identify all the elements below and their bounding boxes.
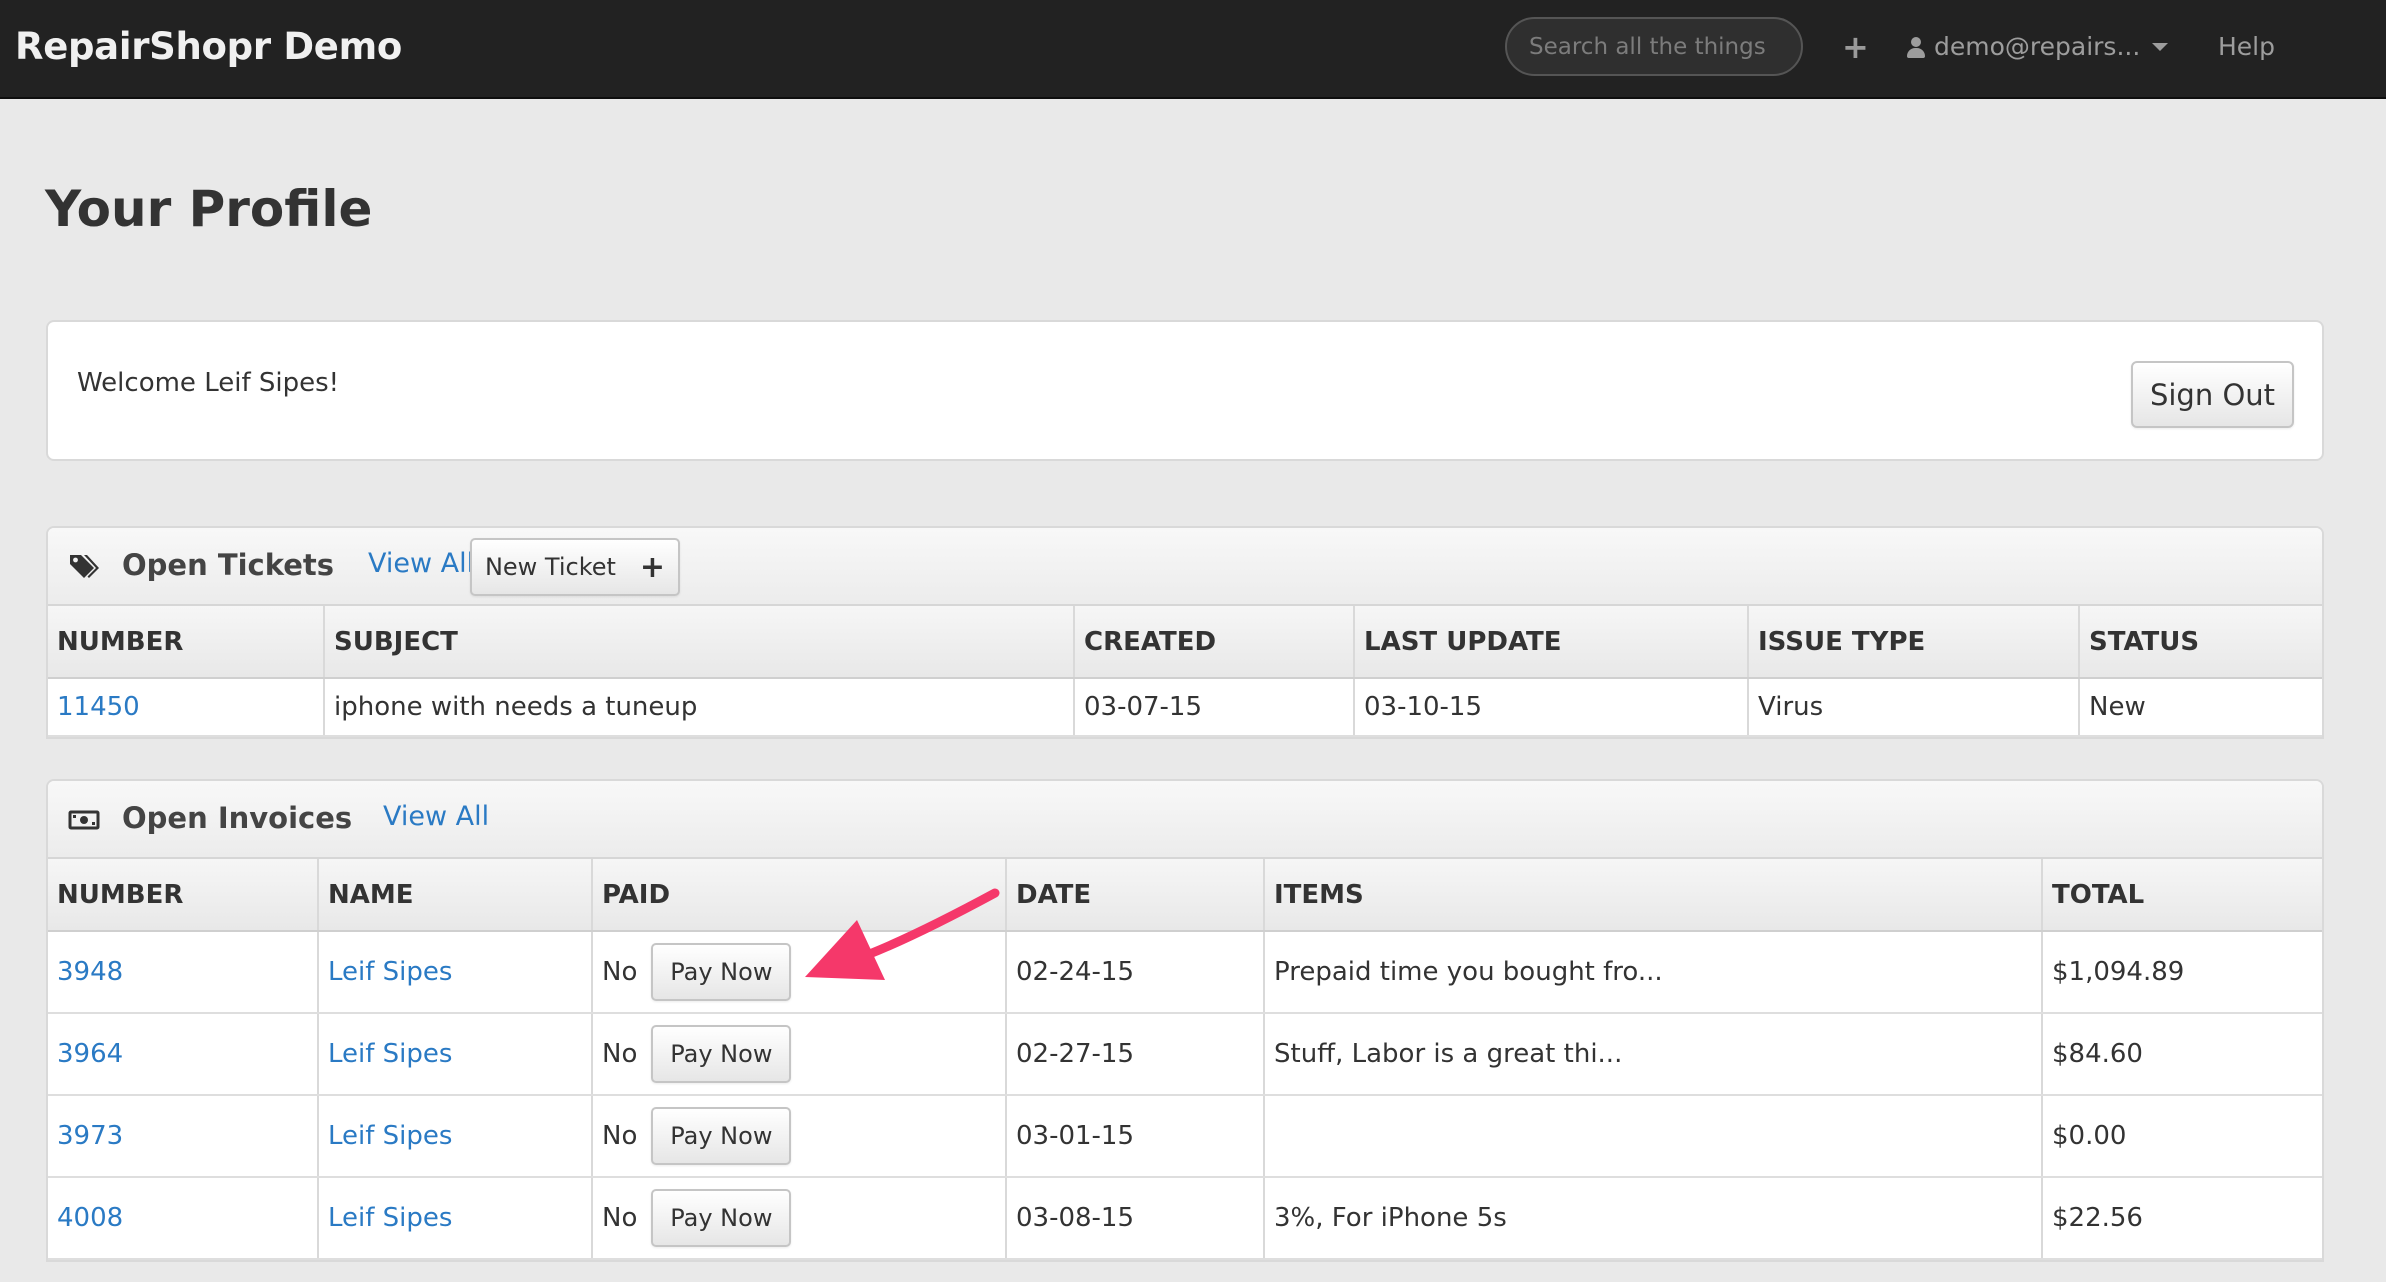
open-tickets-heading: Open Tickets View All New Ticket + xyxy=(48,528,2322,606)
ticket-created: 03-07-15 xyxy=(1074,678,1355,737)
column-header[interactable]: STATUS xyxy=(2079,606,2322,679)
table-row: 3973 Leif Sipes No Pay Now 03-01-15 $0.00 xyxy=(48,1095,2322,1178)
invoice-number-link[interactable]: 3948 xyxy=(57,957,123,987)
open-tickets-panel: Open Tickets View All New Ticket + NUMBE… xyxy=(46,526,2324,739)
invoice-customer-link[interactable]: Leif Sipes xyxy=(328,957,452,987)
invoice-total: $0.00 xyxy=(2042,1095,2322,1178)
user-icon xyxy=(1906,35,1926,59)
invoices-view-all-link[interactable]: View All xyxy=(383,801,489,832)
invoice-total: $84.60 xyxy=(2042,1013,2322,1096)
invoice-items: Stuff, Labor is a great thi... xyxy=(1264,1013,2043,1096)
invoice-paid-status: No xyxy=(602,1203,638,1233)
brand-logo[interactable]: RepairShopr Demo xyxy=(15,25,402,68)
ticket-status: New xyxy=(2079,678,2322,737)
column-header[interactable]: NUMBER xyxy=(48,606,325,679)
invoice-paid-status: No xyxy=(602,1039,638,1069)
tickets-table: NUMBER SUBJECT CREATED LAST UPDATE ISSUE… xyxy=(48,606,2322,737)
pay-now-button[interactable]: Pay Now xyxy=(651,943,792,1001)
invoice-number-link[interactable]: 4008 xyxy=(57,1203,123,1233)
invoice-date: 03-01-15 xyxy=(1006,1095,1265,1178)
ticket-number-link[interactable]: 11450 xyxy=(57,692,140,722)
column-header[interactable]: ITEMS xyxy=(1264,859,2043,932)
invoice-date: 02-27-15 xyxy=(1006,1013,1265,1096)
help-link[interactable]: Help xyxy=(2218,27,2275,67)
column-header[interactable]: TOTAL xyxy=(2042,859,2322,932)
top-navbar: RepairShopr Demo + demo@repairs... Help xyxy=(0,0,2386,99)
invoice-total: $22.56 xyxy=(2042,1177,2322,1260)
column-header[interactable]: CREATED xyxy=(1074,606,1355,679)
column-header[interactable]: NAME xyxy=(318,859,593,932)
table-row: 3948 Leif Sipes No Pay Now 02-24-15 Prepa… xyxy=(48,931,2322,1014)
invoice-items: Prepaid time you bought fro... xyxy=(1264,931,2043,1014)
ticket-subject: iphone with needs a tuneup xyxy=(324,678,1075,737)
open-invoices-heading: Open Invoices View All xyxy=(48,781,2322,859)
invoice-items xyxy=(1264,1095,2043,1178)
open-invoices-panel: Open Invoices View All NUMBER NAME PAID … xyxy=(46,779,2324,1262)
invoice-date: 02-24-15 xyxy=(1006,931,1265,1014)
invoice-items: 3%, For iPhone 5s xyxy=(1264,1177,2043,1260)
plus-icon: + xyxy=(639,549,666,585)
column-header[interactable]: NUMBER xyxy=(48,859,319,932)
invoice-customer-link[interactable]: Leif Sipes xyxy=(328,1039,452,1069)
invoice-date: 03-08-15 xyxy=(1006,1177,1265,1260)
plus-icon[interactable]: + xyxy=(1842,27,1869,67)
invoice-paid-status: No xyxy=(602,1121,638,1151)
sign-out-button[interactable]: Sign Out xyxy=(2131,361,2294,428)
table-header-row: NUMBER NAME PAID DATE ITEMS TOTAL xyxy=(48,859,2322,932)
pay-now-button[interactable]: Pay Now xyxy=(651,1025,792,1083)
tickets-view-all-link[interactable]: View All xyxy=(368,548,474,579)
column-header[interactable]: DATE xyxy=(1006,859,1265,932)
invoice-total: $1,094.89 xyxy=(2042,931,2322,1014)
table-row: 4008 Leif Sipes No Pay Now 03-08-15 3%, F… xyxy=(48,1177,2322,1260)
table-row: 3964 Leif Sipes No Pay Now 02-27-15 Stuff… xyxy=(48,1013,2322,1096)
ticket-issue-type: Virus xyxy=(1748,678,2080,737)
open-tickets-title: Open Tickets xyxy=(122,548,335,582)
invoice-number-link[interactable]: 3964 xyxy=(57,1039,123,1069)
money-icon xyxy=(68,810,100,830)
ticket-last-update: 03-10-15 xyxy=(1354,678,1749,737)
pay-now-button[interactable]: Pay Now xyxy=(651,1189,792,1247)
user-email: demo@repairs... xyxy=(1934,32,2141,61)
column-header[interactable]: SUBJECT xyxy=(324,606,1075,679)
page-title: Your Profile xyxy=(45,180,373,238)
welcome-panel: Welcome Leif Sipes! Sign Out xyxy=(46,320,2324,461)
welcome-text: Welcome Leif Sipes! xyxy=(77,368,340,398)
invoice-customer-link[interactable]: Leif Sipes xyxy=(328,1203,452,1233)
table-row: 11450 iphone with needs a tuneup 03-07-1… xyxy=(48,678,2322,737)
column-header[interactable]: ISSUE TYPE xyxy=(1748,606,2080,679)
annotation-arrow-icon xyxy=(805,888,1000,980)
user-menu[interactable]: demo@repairs... xyxy=(1906,27,2169,67)
tags-icon xyxy=(70,555,99,578)
new-ticket-label: New Ticket xyxy=(484,553,616,581)
search-input[interactable] xyxy=(1505,17,1803,76)
new-ticket-button[interactable]: New Ticket + xyxy=(470,538,680,596)
pay-now-button[interactable]: Pay Now xyxy=(651,1107,792,1165)
caret-down-icon xyxy=(2152,43,2169,51)
open-invoices-title: Open Invoices xyxy=(122,801,353,835)
invoice-paid-status: No xyxy=(602,957,638,987)
table-header-row: NUMBER SUBJECT CREATED LAST UPDATE ISSUE… xyxy=(48,606,2322,679)
invoice-customer-link[interactable]: Leif Sipes xyxy=(328,1121,452,1151)
invoice-number-link[interactable]: 3973 xyxy=(57,1121,123,1151)
invoices-table: NUMBER NAME PAID DATE ITEMS TOTAL 3948 L… xyxy=(48,859,2322,1260)
column-header[interactable]: LAST UPDATE xyxy=(1354,606,1749,679)
